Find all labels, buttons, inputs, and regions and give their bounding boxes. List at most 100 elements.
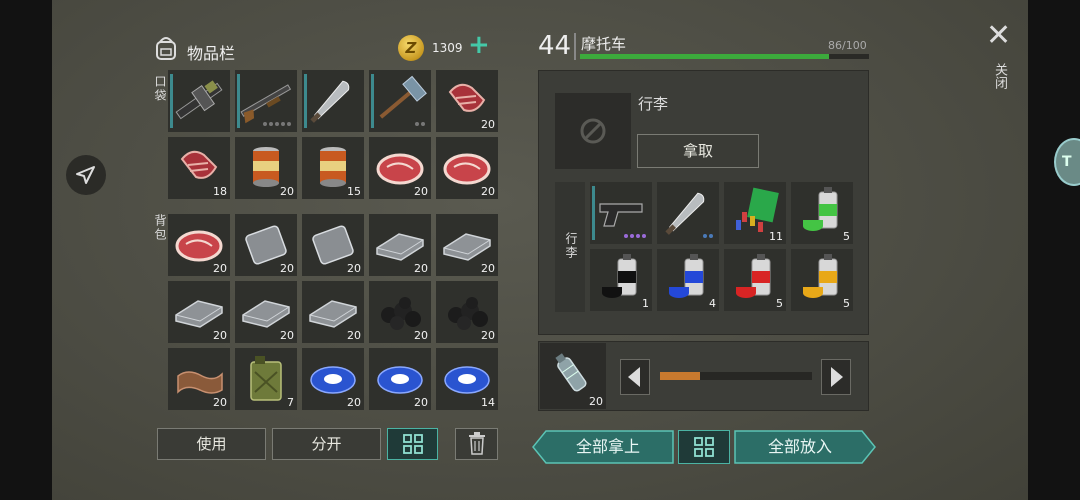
fuel-slot[interactable]: 20 — [540, 343, 606, 409]
storage-label: 行李 — [564, 232, 578, 260]
increase-button[interactable] — [821, 359, 851, 395]
backpack-slot[interactable]: 20 — [436, 214, 498, 276]
coin-icon: Z — [398, 35, 424, 61]
item-count: 14 — [481, 396, 495, 409]
arrow-right-icon — [831, 367, 843, 387]
item-count: 4 — [709, 297, 716, 310]
paper-plane-icon — [76, 166, 95, 184]
storage-slot[interactable]: 5 — [791, 249, 853, 311]
add-coins-button[interactable]: + — [468, 30, 490, 60]
right-screen-border: T — [1028, 0, 1080, 500]
item-count: 20 — [414, 185, 428, 198]
pocket-slot[interactable] — [235, 70, 297, 132]
vehicle-divider — [574, 33, 576, 60]
item-count: 20 — [481, 118, 495, 131]
storage-slot[interactable]: 4 — [657, 249, 719, 311]
pocket-slot[interactable]: 15 — [302, 137, 364, 199]
close-label[interactable]: 关闭 — [990, 63, 1009, 89]
item-count: 20 — [213, 262, 227, 275]
pocket-slot[interactable]: 20 — [436, 70, 498, 132]
edge-badge[interactable]: T — [1054, 138, 1080, 186]
grid-icon — [402, 434, 423, 454]
backpack-slot[interactable]: 7 — [235, 348, 297, 410]
storage-slot[interactable] — [657, 182, 719, 244]
durability-dots — [624, 234, 646, 238]
item-count: 15 — [347, 185, 361, 198]
item-count: 7 — [287, 396, 294, 409]
backpack-slot[interactable]: 20 — [369, 214, 431, 276]
pocket-slot[interactable] — [168, 70, 230, 132]
storage-slot[interactable]: 11 — [724, 182, 786, 244]
pocket-slot[interactable]: 20 — [436, 137, 498, 199]
durability-dots — [415, 122, 425, 126]
vehicle-capacity-fill — [580, 54, 829, 59]
item-count: 20 — [347, 329, 361, 342]
vehicle-capacity: 86/100 — [828, 39, 867, 52]
trash-button[interactable] — [455, 428, 498, 460]
take-all-button[interactable]: 全部拿上 — [532, 430, 674, 464]
close-icon[interactable]: ✕ — [986, 21, 1011, 51]
backpack-slot[interactable]: 20 — [302, 348, 364, 410]
item-count: 20 — [280, 262, 294, 275]
item-count: 5 — [843, 230, 850, 243]
backpack-icon — [156, 37, 176, 60]
item-count: 20 — [481, 185, 495, 198]
item-count: 18 — [213, 185, 227, 198]
item-count: 1 — [642, 297, 649, 310]
put-all-button[interactable]: 全部放入 — [734, 430, 876, 464]
inventory-header: 物品栏 Z 1309 + — [150, 30, 500, 63]
storage-slot[interactable]: 5 — [724, 249, 786, 311]
item-count: 5 — [776, 297, 783, 310]
pocket-slot[interactable] — [302, 70, 364, 132]
vehicle-level: 44 — [538, 31, 572, 61]
backpack-slot[interactable]: 20 — [235, 281, 297, 343]
left-screen-border — [0, 0, 52, 500]
pocket-slot[interactable]: 20 — [369, 137, 431, 199]
vehicle-capacity-bar — [580, 54, 869, 59]
backpack-slot[interactable]: 20 — [168, 214, 230, 276]
pocket-slot[interactable] — [369, 70, 431, 132]
pocket-slot[interactable]: 18 — [168, 137, 230, 199]
backpack-slot[interactable]: 20 — [436, 281, 498, 343]
item-count: 5 — [843, 297, 850, 310]
split-button[interactable]: 分开 — [272, 428, 381, 460]
item-count: 20 — [213, 396, 227, 409]
storage-slot[interactable] — [590, 182, 652, 244]
sort-inventory-button[interactable] — [387, 428, 438, 460]
luggage-slot[interactable] — [555, 93, 631, 169]
vehicle-name: 摩托车 — [581, 35, 627, 53]
navigate-button[interactable] — [66, 155, 106, 195]
item-count: 20 — [481, 262, 495, 275]
item-count: 20 — [414, 262, 428, 275]
backpack-label: 背包 — [153, 214, 167, 242]
backpack-slot[interactable]: 20 — [302, 281, 364, 343]
amount-slider[interactable] — [660, 372, 812, 380]
item-count: 20 — [347, 396, 361, 409]
amount-slider-fill — [660, 372, 700, 380]
put-all-label: 全部放入 — [767, 437, 832, 456]
use-button[interactable]: 使用 — [157, 428, 266, 460]
item-count: 20 — [414, 396, 428, 409]
durability-dots — [263, 122, 291, 126]
backpack-slot[interactable]: 20 — [369, 348, 431, 410]
fuel-slot-count: 20 — [589, 395, 603, 408]
inventory-title: 物品栏 — [187, 44, 236, 63]
pocket-label: 口袋 — [153, 75, 167, 103]
pocket-slot[interactable]: 20 — [235, 137, 297, 199]
backpack-slot[interactable]: 20 — [369, 281, 431, 343]
decrease-button[interactable] — [620, 359, 650, 395]
take-button[interactable]: 拿取 — [637, 134, 759, 168]
item-count: 20 — [213, 329, 227, 342]
storage-slot[interactable]: 1 — [590, 249, 652, 311]
backpack-slot[interactable]: 20 — [168, 281, 230, 343]
backpack-slot[interactable]: 20 — [168, 348, 230, 410]
sort-vehicle-button[interactable] — [678, 430, 730, 464]
item-count: 20 — [280, 185, 294, 198]
item-count: 11 — [769, 230, 783, 243]
empty-slot-icon — [580, 118, 606, 144]
backpack-slot[interactable]: 20 — [302, 214, 364, 276]
backpack-slot[interactable]: 14 — [436, 348, 498, 410]
storage-slot[interactable]: 5 — [791, 182, 853, 244]
item-count: 20 — [347, 262, 361, 275]
backpack-slot[interactable]: 20 — [235, 214, 297, 276]
